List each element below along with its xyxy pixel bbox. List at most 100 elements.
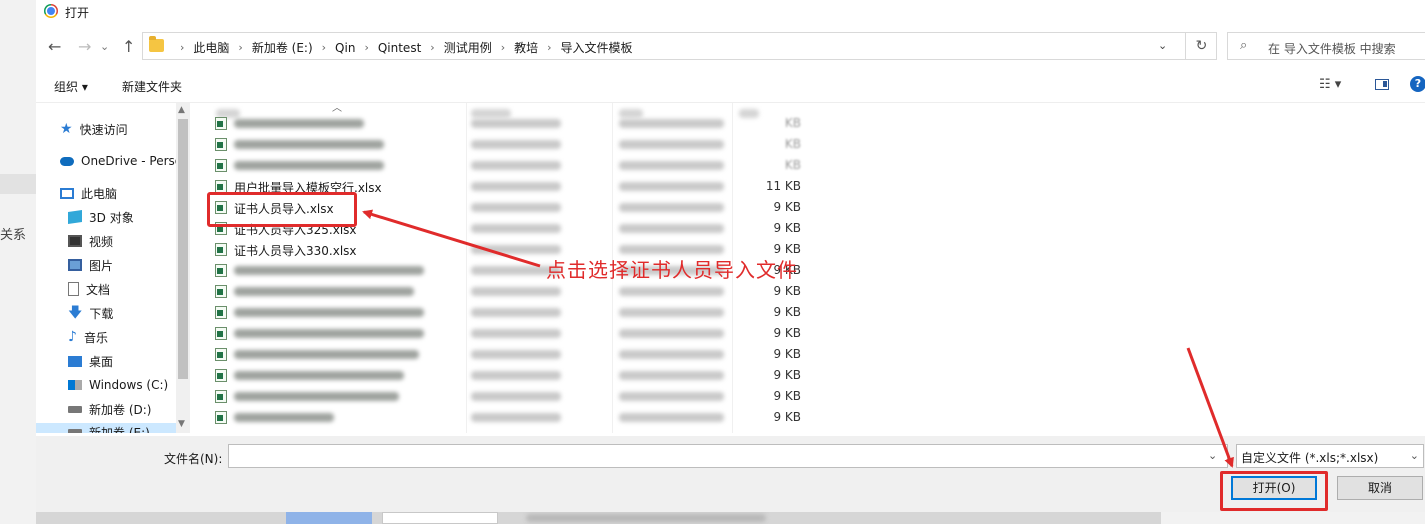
dialog-footer: 文件名(N): ⌄ 自定义文件 (*.xls;*.xlsx) ⌄ 打开(O) 取… bbox=[36, 436, 1425, 512]
file-row[interactable]: 9 KB bbox=[191, 281, 811, 302]
file-highlight-box bbox=[207, 192, 357, 227]
address-bar[interactable]: › 此电脑 › 新加卷 (E:) › Qin › Qintest › 测试用例 … bbox=[142, 32, 1217, 60]
breadcrumb-item[interactable]: 教培 bbox=[514, 39, 538, 56]
excel-file-icon bbox=[215, 327, 227, 340]
excel-file-icon bbox=[215, 411, 227, 424]
sidebar-item-onedrive[interactable]: OneDrive - Perso bbox=[60, 150, 182, 172]
chevron-down-icon: ⌄ bbox=[1409, 449, 1419, 462]
background-panel bbox=[1161, 512, 1425, 524]
sidebar-item-drive-c[interactable]: Windows (C:) bbox=[68, 374, 168, 396]
blurred-file-name bbox=[234, 413, 334, 422]
blurred-file-date bbox=[471, 329, 561, 338]
blurred-file-date bbox=[471, 203, 561, 212]
sidebar-item-quick-access[interactable]: ★ 快速访问 bbox=[60, 118, 128, 140]
help-icon[interactable]: ? bbox=[1410, 76, 1425, 92]
file-size: KB bbox=[784, 116, 801, 130]
blurred-file-type bbox=[619, 224, 724, 233]
chevron-right-icon: › bbox=[321, 41, 327, 54]
breadcrumb-item[interactable]: Qin bbox=[335, 41, 355, 55]
blurred-file-type bbox=[619, 182, 724, 191]
blurred-file-type bbox=[619, 413, 724, 422]
sidebar-scrollbar[interactable]: ▲ ▼ bbox=[176, 103, 190, 433]
file-type-value: 自定义文件 (*.xls;*.xlsx) bbox=[1241, 451, 1379, 465]
sidebar-item-videos[interactable]: 视频 bbox=[68, 230, 113, 252]
blurred-file-name bbox=[234, 392, 399, 401]
chevron-right-icon: › bbox=[180, 41, 185, 54]
file-row[interactable]: KB bbox=[191, 113, 811, 134]
file-row[interactable]: KB bbox=[191, 134, 811, 155]
refresh-button[interactable]: ↻ bbox=[1185, 33, 1217, 59]
scroll-down-icon[interactable]: ▼ bbox=[178, 419, 185, 429]
organize-button[interactable]: 组织 ▾ bbox=[54, 78, 88, 95]
file-row[interactable]: 9 KB bbox=[191, 386, 811, 407]
breadcrumb-item[interactable]: 此电脑 bbox=[193, 39, 229, 56]
file-size: 9 KB bbox=[773, 284, 801, 298]
blurred-file-type bbox=[619, 308, 724, 317]
sidebar-item-label: 视频 bbox=[89, 234, 114, 249]
excel-file-icon bbox=[215, 159, 227, 172]
forward-button[interactable]: → bbox=[78, 37, 91, 56]
excel-file-icon bbox=[215, 117, 227, 130]
sidebar-item-downloads[interactable]: 🡇 下载 bbox=[68, 302, 113, 324]
chevron-right-icon: › bbox=[547, 41, 552, 54]
image-icon bbox=[68, 259, 82, 271]
back-button[interactable]: ← bbox=[48, 37, 61, 56]
desktop-icon bbox=[68, 355, 82, 367]
file-row[interactable]: KB bbox=[191, 155, 811, 176]
search-input[interactable]: ⌕ 在 导入文件模板 中搜索 bbox=[1227, 32, 1425, 60]
sidebar-item-this-pc[interactable]: 此电脑 bbox=[60, 182, 117, 204]
view-options-button[interactable]: ☷ ▾ bbox=[1319, 77, 1341, 92]
blurred-file-name bbox=[234, 119, 364, 128]
sidebar-item-desktop[interactable]: 桌面 bbox=[68, 350, 113, 372]
file-name: 证书人员导入330.xlsx bbox=[234, 244, 357, 258]
blurred-file-type bbox=[619, 245, 724, 254]
sidebar-item-documents[interactable]: 文档 bbox=[68, 278, 110, 300]
sidebar-item-label: OneDrive - Perso bbox=[81, 154, 183, 168]
sidebar-item-label: 桌面 bbox=[89, 354, 114, 369]
cancel-button[interactable]: 取消 bbox=[1337, 476, 1423, 500]
breadcrumb-item[interactable]: 导入文件模板 bbox=[561, 39, 633, 56]
new-folder-button[interactable]: 新建文件夹 bbox=[122, 78, 182, 95]
blurred-file-type bbox=[619, 119, 724, 128]
chevron-down-icon[interactable]: ⌄ bbox=[1208, 449, 1217, 462]
sidebar-item-music[interactable]: ♪ 音乐 bbox=[68, 326, 108, 348]
recent-dropdown[interactable]: ⌄ bbox=[100, 40, 109, 53]
file-row[interactable]: 9 KB bbox=[191, 365, 811, 386]
sidebar-item-drive-e[interactable]: 新加卷 (E:) bbox=[68, 421, 150, 433]
scrollbar-thumb[interactable] bbox=[178, 119, 188, 379]
file-type-select[interactable]: 自定义文件 (*.xls;*.xlsx) ⌄ bbox=[1236, 444, 1424, 468]
blurred-file-type bbox=[619, 287, 724, 296]
filename-input[interactable] bbox=[228, 444, 1228, 468]
sidebar-item-label: 文档 bbox=[86, 282, 111, 297]
blurred-file-date bbox=[471, 371, 561, 380]
search-placeholder: 在 导入文件模板 中搜索 bbox=[1268, 42, 1396, 56]
blurred-file-type bbox=[619, 329, 724, 338]
scroll-up-icon[interactable]: ▲ bbox=[178, 105, 185, 115]
document-icon bbox=[68, 282, 79, 296]
breadcrumb: › 此电脑 › 新加卷 (E:) › Qin › Qintest › 测试用例 … bbox=[171, 39, 633, 56]
star-icon: ★ bbox=[60, 121, 73, 137]
breadcrumb-item[interactable]: Qintest bbox=[378, 41, 421, 55]
excel-file-icon bbox=[215, 264, 227, 277]
chevron-down-icon[interactable]: ⌄ bbox=[1158, 39, 1167, 52]
blurred-file-date bbox=[471, 245, 561, 254]
windows-drive-icon bbox=[68, 380, 82, 390]
background-blurred-text bbox=[526, 514, 766, 522]
file-size: 9 KB bbox=[773, 347, 801, 361]
sidebar-item-3d-objects[interactable]: 3D 对象 bbox=[68, 206, 134, 228]
up-button[interactable]: ↑ bbox=[122, 37, 135, 56]
cloud-icon bbox=[60, 156, 74, 166]
sidebar-item-label: 新加卷 (E:) bbox=[89, 425, 150, 434]
breadcrumb-item[interactable]: 新加卷 (E:) bbox=[252, 39, 313, 56]
sidebar-item-drive-d[interactable]: 新加卷 (D:) bbox=[68, 398, 151, 420]
background-text: 关系 bbox=[0, 228, 27, 243]
file-row[interactable]: 9 KB bbox=[191, 407, 811, 428]
breadcrumb-item[interactable]: 测试用例 bbox=[444, 39, 492, 56]
file-row[interactable]: 9 KB bbox=[191, 323, 811, 344]
file-row[interactable]: 9 KB bbox=[191, 302, 811, 323]
chrome-icon bbox=[44, 4, 58, 18]
file-row[interactable]: 9 KB bbox=[191, 344, 811, 365]
sidebar-item-pictures[interactable]: 图片 bbox=[68, 254, 113, 276]
preview-pane-icon[interactable] bbox=[1375, 79, 1389, 90]
chevron-right-icon: › bbox=[238, 41, 243, 54]
